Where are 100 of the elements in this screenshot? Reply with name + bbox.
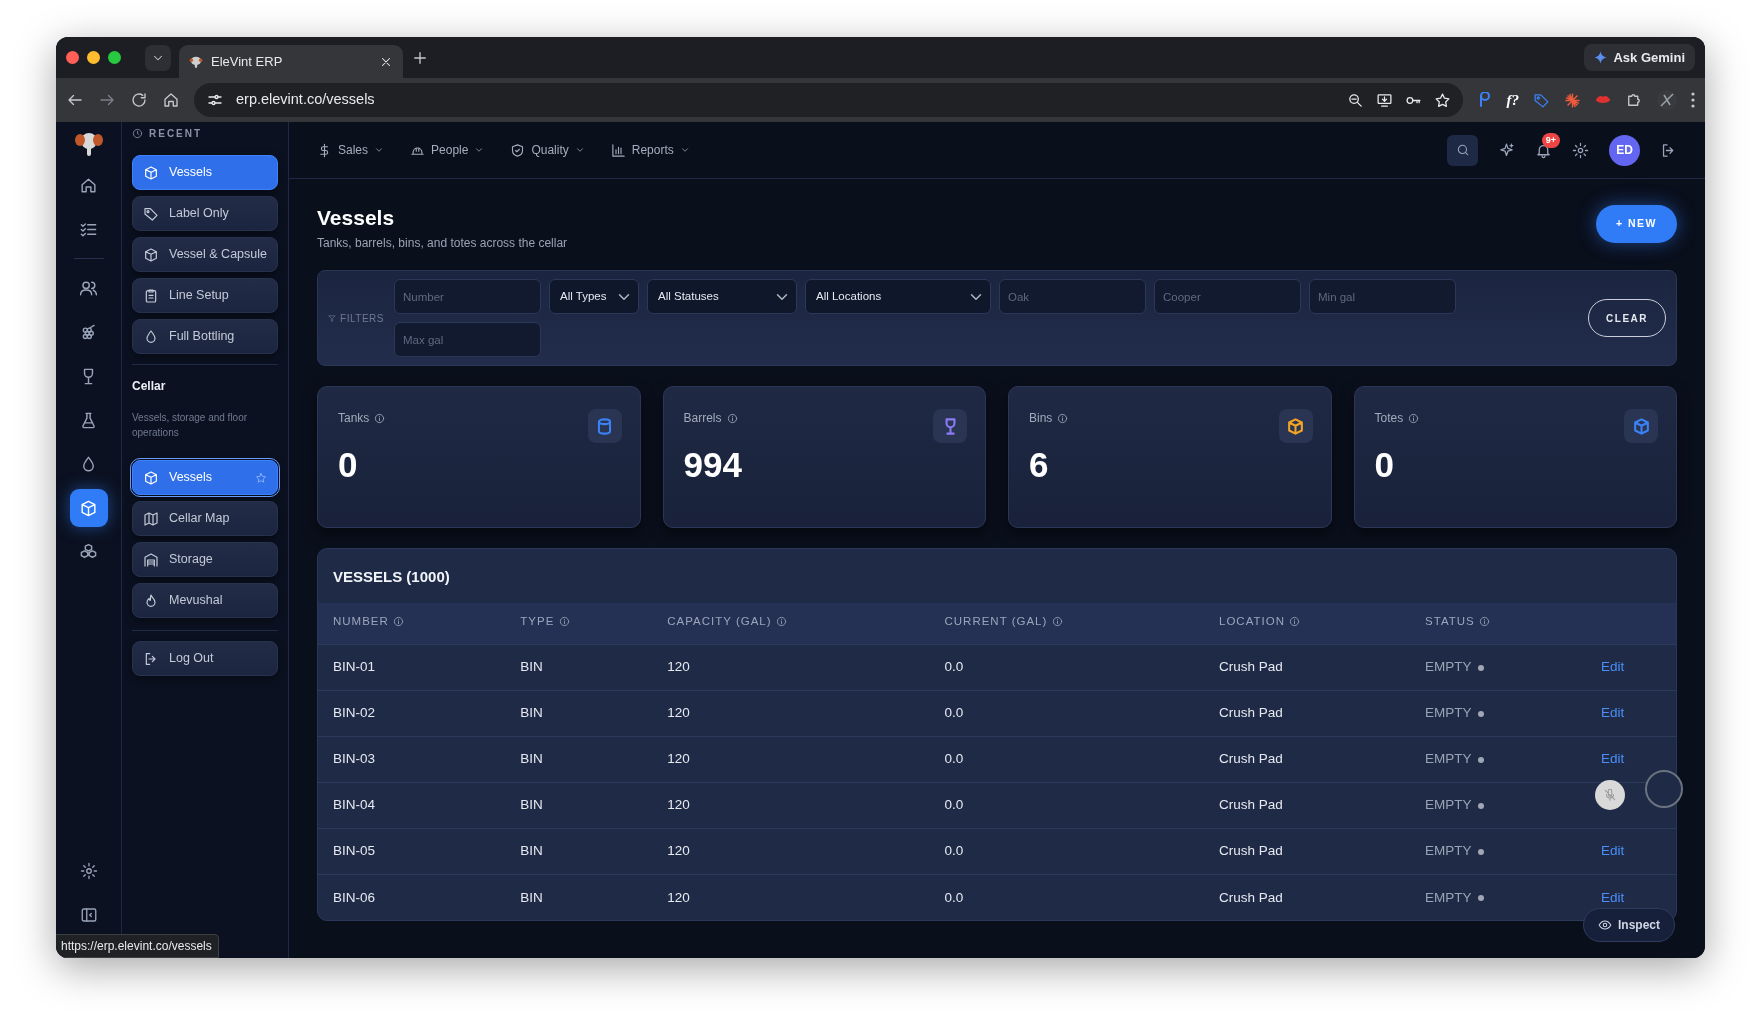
filters-label: FILTERS <box>340 311 384 326</box>
sidebar-nav-item[interactable]: Full Bottling <box>132 319 278 354</box>
info-icon <box>1478 616 1490 628</box>
filter-select[interactable]: All Locations <box>805 279 991 315</box>
new-button[interactable]: + NEW <box>1595 205 1677 243</box>
search-icon <box>1455 143 1470 157</box>
section-label: RECENT <box>149 127 203 141</box>
column-header: NUMBER <box>333 614 389 627</box>
sidebar-nav-item[interactable]: Vessel & Capsule <box>132 237 278 272</box>
table-cell: BIN <box>520 705 543 721</box>
page-title: Vessels <box>317 205 396 231</box>
status-dot <box>1477 848 1484 855</box>
stat-label: Barrels <box>683 410 722 428</box>
status-dot <box>1477 710 1484 717</box>
sidebar-nav-item[interactable]: Mevushal <box>132 583 278 618</box>
rail-nav-item[interactable] <box>69 489 108 527</box>
tag-icon <box>143 205 159 222</box>
table-cell: BIN-06 <box>333 889 376 905</box>
table-cell: BIN <box>520 889 543 905</box>
info-icon <box>1289 616 1301 628</box>
drop-icon <box>143 328 159 345</box>
sidebar-nav-item[interactable]: Label Only <box>132 196 278 231</box>
nav-menu[interactable]: Reports <box>610 141 690 159</box>
flask-icon <box>79 410 98 430</box>
box-icon <box>79 498 98 518</box>
filter-input[interactable]: Min gal <box>1309 279 1456 315</box>
filter-input[interactable]: Oak <box>999 279 1146 315</box>
table-cell: BIN <box>520 797 543 813</box>
filter-select[interactable]: All Statuses <box>647 279 797 315</box>
filter-input[interactable]: Number <box>394 279 541 315</box>
info-icon <box>374 412 386 424</box>
search-button[interactable] <box>1447 134 1478 166</box>
filter-select[interactable]: All Types <box>549 279 639 315</box>
sidebar-nav-item[interactable]: Line Setup <box>132 278 278 313</box>
status-text: EMPTY <box>1425 659 1472 675</box>
edit-link[interactable]: Edit <box>1601 889 1625 905</box>
log-out-button[interactable]: Log Out <box>132 641 278 676</box>
menu-icon[interactable] <box>1691 92 1695 108</box>
chevron-icon <box>374 145 385 155</box>
nav-menu[interactable]: People <box>410 141 485 159</box>
status-text: EMPTY <box>1425 889 1472 905</box>
panel-icon <box>79 906 98 924</box>
maximize-window-button[interactable] <box>108 51 121 64</box>
ask-gemini-button[interactable]: Ask Gemini <box>1584 43 1695 72</box>
edit-link[interactable]: Edit <box>1601 843 1625 859</box>
table-cell: 120 <box>667 889 690 905</box>
table-cell: Crush Pad <box>1219 751 1283 767</box>
table-cell: BIN-04 <box>333 797 376 813</box>
eye-icon <box>1598 918 1612 932</box>
table-cell: 0.0 <box>944 751 964 767</box>
address-bar[interactable]: erp.elevint.co/vessels <box>194 83 1463 117</box>
table-cell: Crush Pad <box>1219 659 1283 675</box>
ai-button[interactable] <box>1498 141 1515 159</box>
sidebar-nav-item[interactable]: Cellar Map <box>132 501 278 536</box>
nav-menu[interactable]: Sales <box>317 141 385 159</box>
user-avatar[interactable]: ED <box>1609 134 1640 166</box>
sidebar-nav-item[interactable]: Vessels <box>132 155 278 190</box>
link-url-tooltip: https://erp.elevint.co/vessels <box>56 934 219 958</box>
sidebar-nav-item[interactable]: Storage <box>132 542 278 577</box>
status-text: EMPTY <box>1425 843 1472 859</box>
extension-text-icon[interactable]: f? <box>1506 88 1519 112</box>
table-cell: 0.0 <box>944 797 964 813</box>
reload-icon <box>130 91 148 109</box>
notifications-button[interactable]: 9+ <box>1535 132 1560 159</box>
stat-label: Totes <box>1374 410 1404 428</box>
table-cell: 120 <box>667 797 690 813</box>
nav-menu[interactable]: Quality <box>510 141 585 159</box>
sidebar-nav-item[interactable]: Vessels <box>132 460 278 495</box>
status-dot <box>1477 756 1484 763</box>
close-window-button[interactable] <box>66 51 79 64</box>
star-icon <box>255 471 267 484</box>
install-icon <box>1375 91 1393 109</box>
filter-input[interactable]: Cooper <box>1154 279 1301 315</box>
stat-label: Tanks <box>338 410 370 428</box>
reload-button[interactable] <box>130 91 148 109</box>
filter-input[interactable]: Max gal <box>394 322 541 358</box>
edit-link[interactable]: Edit <box>1601 659 1625 675</box>
home-button[interactable] <box>162 91 180 109</box>
status-text: EMPTY <box>1425 797 1472 813</box>
chevron-icon <box>574 145 585 155</box>
info-icon <box>726 412 738 424</box>
table-cell: 0.0 <box>944 843 964 859</box>
filter-icon <box>328 312 337 324</box>
minimize-window-button[interactable] <box>87 51 100 64</box>
edit-link[interactable]: Edit <box>1601 751 1625 767</box>
warehouse-icon <box>143 551 159 568</box>
burst-icon[interactable] <box>1564 91 1581 109</box>
flame-icon <box>143 592 159 609</box>
notification-badge: 9+ <box>1541 132 1560 148</box>
info-icon <box>775 616 787 628</box>
sparkle-icon <box>1594 51 1608 64</box>
table-cell: BIN-02 <box>333 705 376 721</box>
settings-button[interactable] <box>1572 141 1589 159</box>
stat-value: 0 <box>1374 444 1395 487</box>
browser-tab[interactable]: EleVint ERP <box>179 45 403 78</box>
section-description: Vessels, storage and floor operations <box>132 411 249 440</box>
inspect-button[interactable]: Inspect <box>1583 908 1675 942</box>
table-cell: 120 <box>667 705 690 721</box>
edit-link[interactable]: Edit <box>1601 705 1625 721</box>
table-cell: 0.0 <box>944 889 964 905</box>
